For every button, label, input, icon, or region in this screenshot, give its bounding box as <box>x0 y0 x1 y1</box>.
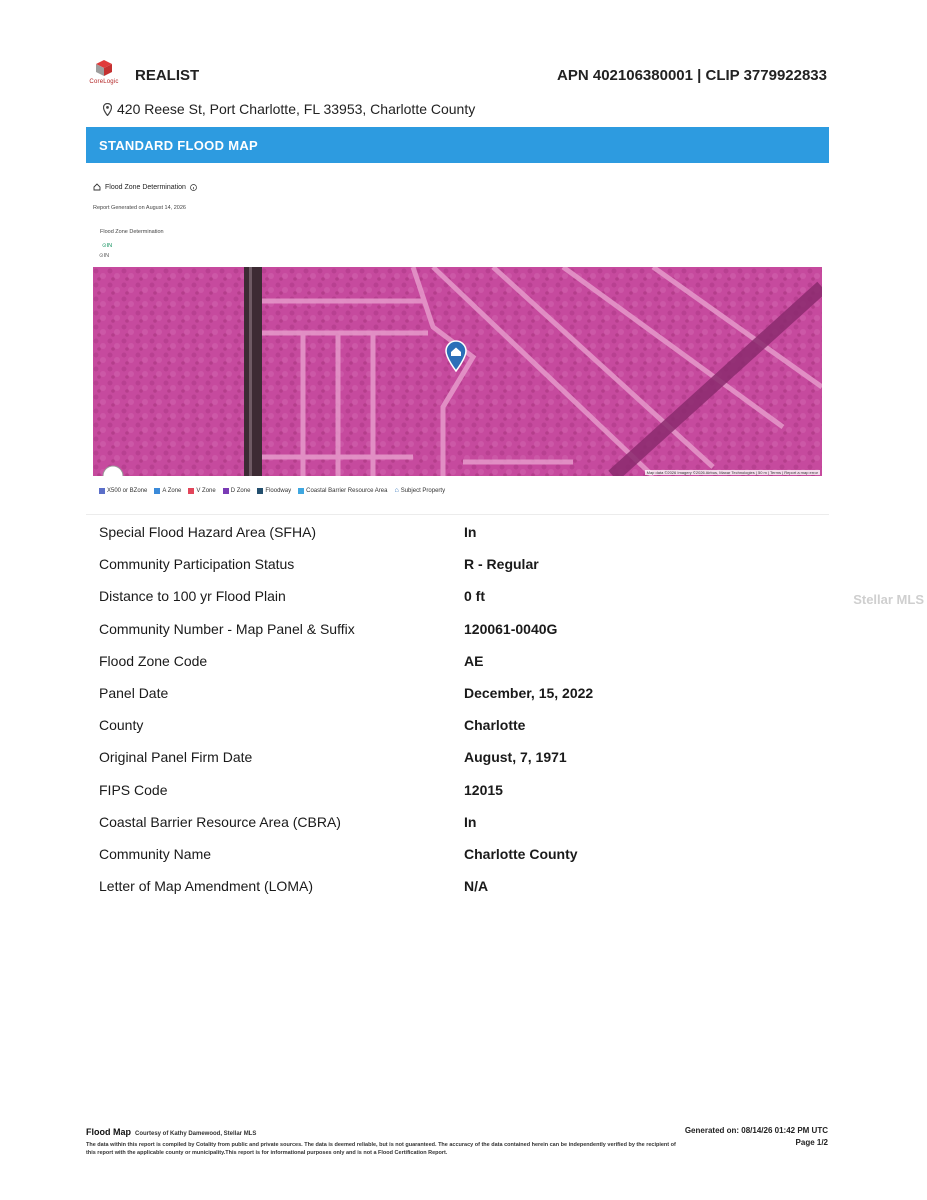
legend-label: V Zone <box>196 487 216 494</box>
status-in-text: IN <box>106 243 113 249</box>
legend-item-d-zone: D Zone <box>222 487 251 494</box>
table-row: Original Panel Firm Date August, 7, 1971 <box>99 741 799 773</box>
corelogic-logo: CoreLogic <box>86 60 122 92</box>
legend-swatch <box>222 487 229 494</box>
row-value: August, 7, 1971 <box>464 749 567 766</box>
table-row: Community Number - Map Panel & Suffix 120… <box>99 613 799 645</box>
address-text: 420 Reese St, Port Charlotte, FL 33953, … <box>117 101 476 117</box>
table-row: Coastal Barrier Resource Area (CBRA) In <box>99 806 799 838</box>
flood-details-table: Special Flood Hazard Area (SFHA) In Commu… <box>99 516 799 902</box>
table-row: Panel Date December, 15, 2022 <box>99 677 799 709</box>
row-label: Original Panel Firm Date <box>99 749 253 766</box>
legend-item-subject-property: ⌂ Subject Property <box>394 487 445 494</box>
row-label: FIPS Code <box>99 781 168 798</box>
section-header: STANDARD FLOOD MAP <box>86 127 829 163</box>
report-generated: Report Generated on August 14, 2026 <box>93 205 186 211</box>
highway-strip <box>244 267 262 476</box>
row-value: 12015 <box>464 781 503 798</box>
footer-title: Flood Map Courtesy of Kathy Damewood, Ste… <box>86 1127 256 1137</box>
row-label: Community Name <box>99 845 212 862</box>
fzd-heading: Flood Zone Determination <box>93 183 197 191</box>
row-label: Distance to 100 yr Flood Plain <box>99 588 286 605</box>
row-value: 120061-0040G <box>464 620 558 637</box>
legend-item-x500: X500 or BZone <box>99 487 148 494</box>
map-canvas <box>93 267 822 476</box>
row-label: Community Number - Map Panel & Suffix <box>99 620 355 637</box>
row-value: 0 ft <box>464 588 485 605</box>
table-row: Community Participation Status R - Regula… <box>99 548 799 580</box>
brand-name: REALIST <box>135 67 200 84</box>
legend-swatch <box>99 487 105 494</box>
legend-swatch <box>188 487 195 494</box>
flood-map[interactable]: Map data ©2026 Imagery ©2026 Airbus, Max… <box>93 267 822 476</box>
status-in-badge-secondary: ⊙IN <box>99 253 110 259</box>
footer-disclaimer: The data within this report is compiled … <box>86 1142 676 1156</box>
table-row: FIPS Code 12015 <box>99 774 799 806</box>
legend-item-v-zone: V Zone <box>188 487 216 494</box>
footer-title-text: Flood Map <box>86 1127 131 1137</box>
table-row: Flood Zone Code AE <box>99 645 799 677</box>
legend-item-floodway: Floodway <box>257 487 292 494</box>
legend-swatch <box>154 487 161 494</box>
legend-label: X500 or BZone <box>107 487 148 494</box>
home-marker-icon: ⌂ <box>394 487 399 494</box>
table-row: Distance to 100 yr Flood Plain 0 ft <box>99 580 799 612</box>
home-icon <box>93 183 101 191</box>
row-label: Flood Zone Code <box>99 652 208 669</box>
legend-swatch <box>298 487 305 494</box>
legend-label: D Zone <box>230 487 251 494</box>
row-label: Coastal Barrier Resource Area (CBRA) <box>99 813 341 830</box>
row-label: Special Flood Hazard Area (SFHA) <box>99 524 317 541</box>
legend-label: Coastal Barrier Resource Area <box>306 487 388 494</box>
table-row: Letter of Map Amendment (LOMA) N/A <box>99 870 799 902</box>
section-title: STANDARD FLOOD MAP <box>99 138 258 153</box>
location-pin-icon <box>103 102 112 116</box>
fzd-subheading: Flood Zone Determination <box>100 229 164 235</box>
row-value: Charlotte County <box>464 845 578 862</box>
flood-zone-overlay <box>93 267 822 476</box>
page-number: Page 1/2 <box>795 1138 828 1147</box>
row-value: N/A <box>464 878 489 895</box>
row-value: In <box>464 813 477 830</box>
row-label: County <box>99 717 144 734</box>
generated-on: Generated on: 08/14/26 01:42 PM UTC <box>684 1126 828 1135</box>
table-row: Community Name Charlotte County <box>99 838 799 870</box>
table-row: Special Flood Hazard Area (SFHA) In <box>99 516 799 548</box>
legend-label: Floodway <box>265 487 292 494</box>
divider <box>86 514 829 515</box>
map-legend: X500 or BZone A Zone V Zone D Zone Flood… <box>99 487 445 494</box>
row-value: In <box>464 524 477 541</box>
property-address: 420 Reese St, Port Charlotte, FL 33953, … <box>103 101 475 117</box>
highway-lane <box>249 267 252 476</box>
map-attribution[interactable]: Map data ©2026 Imagery ©2026 Airbus, Max… <box>644 470 820 475</box>
table-row: County Charlotte <box>99 709 799 741</box>
logo-text: CoreLogic <box>89 79 119 85</box>
status-in-badge: ⊙IN <box>102 243 113 249</box>
row-value: AE <box>464 652 484 669</box>
info-icon[interactable] <box>190 183 197 191</box>
status-in-text-secondary: IN <box>103 253 110 259</box>
row-label: Community Participation Status <box>99 556 295 573</box>
legend-label: A Zone <box>162 487 182 494</box>
footer-courtesy: Courtesy of Kathy Damewood, Stellar MLS <box>135 1131 257 1137</box>
row-label: Panel Date <box>99 685 169 702</box>
legend-item-cbra: Coastal Barrier Resource Area <box>298 487 388 494</box>
row-label: Letter of Map Amendment (LOMA) <box>99 878 313 895</box>
cube-icon <box>96 60 112 76</box>
legend-item-a-zone: A Zone <box>154 487 182 494</box>
legend-swatch <box>257 487 264 494</box>
apn-clip: APN 402106380001 | CLIP 3779922833 <box>557 67 827 84</box>
row-value: Charlotte <box>464 717 526 734</box>
stellar-mls-watermark: Stellar MLS <box>853 592 924 607</box>
row-value: R - Regular <box>464 556 539 573</box>
legend-label: Subject Property <box>400 487 446 494</box>
row-value: December, 15, 2022 <box>464 685 594 702</box>
fzd-heading-text: Flood Zone Determination <box>105 183 186 191</box>
